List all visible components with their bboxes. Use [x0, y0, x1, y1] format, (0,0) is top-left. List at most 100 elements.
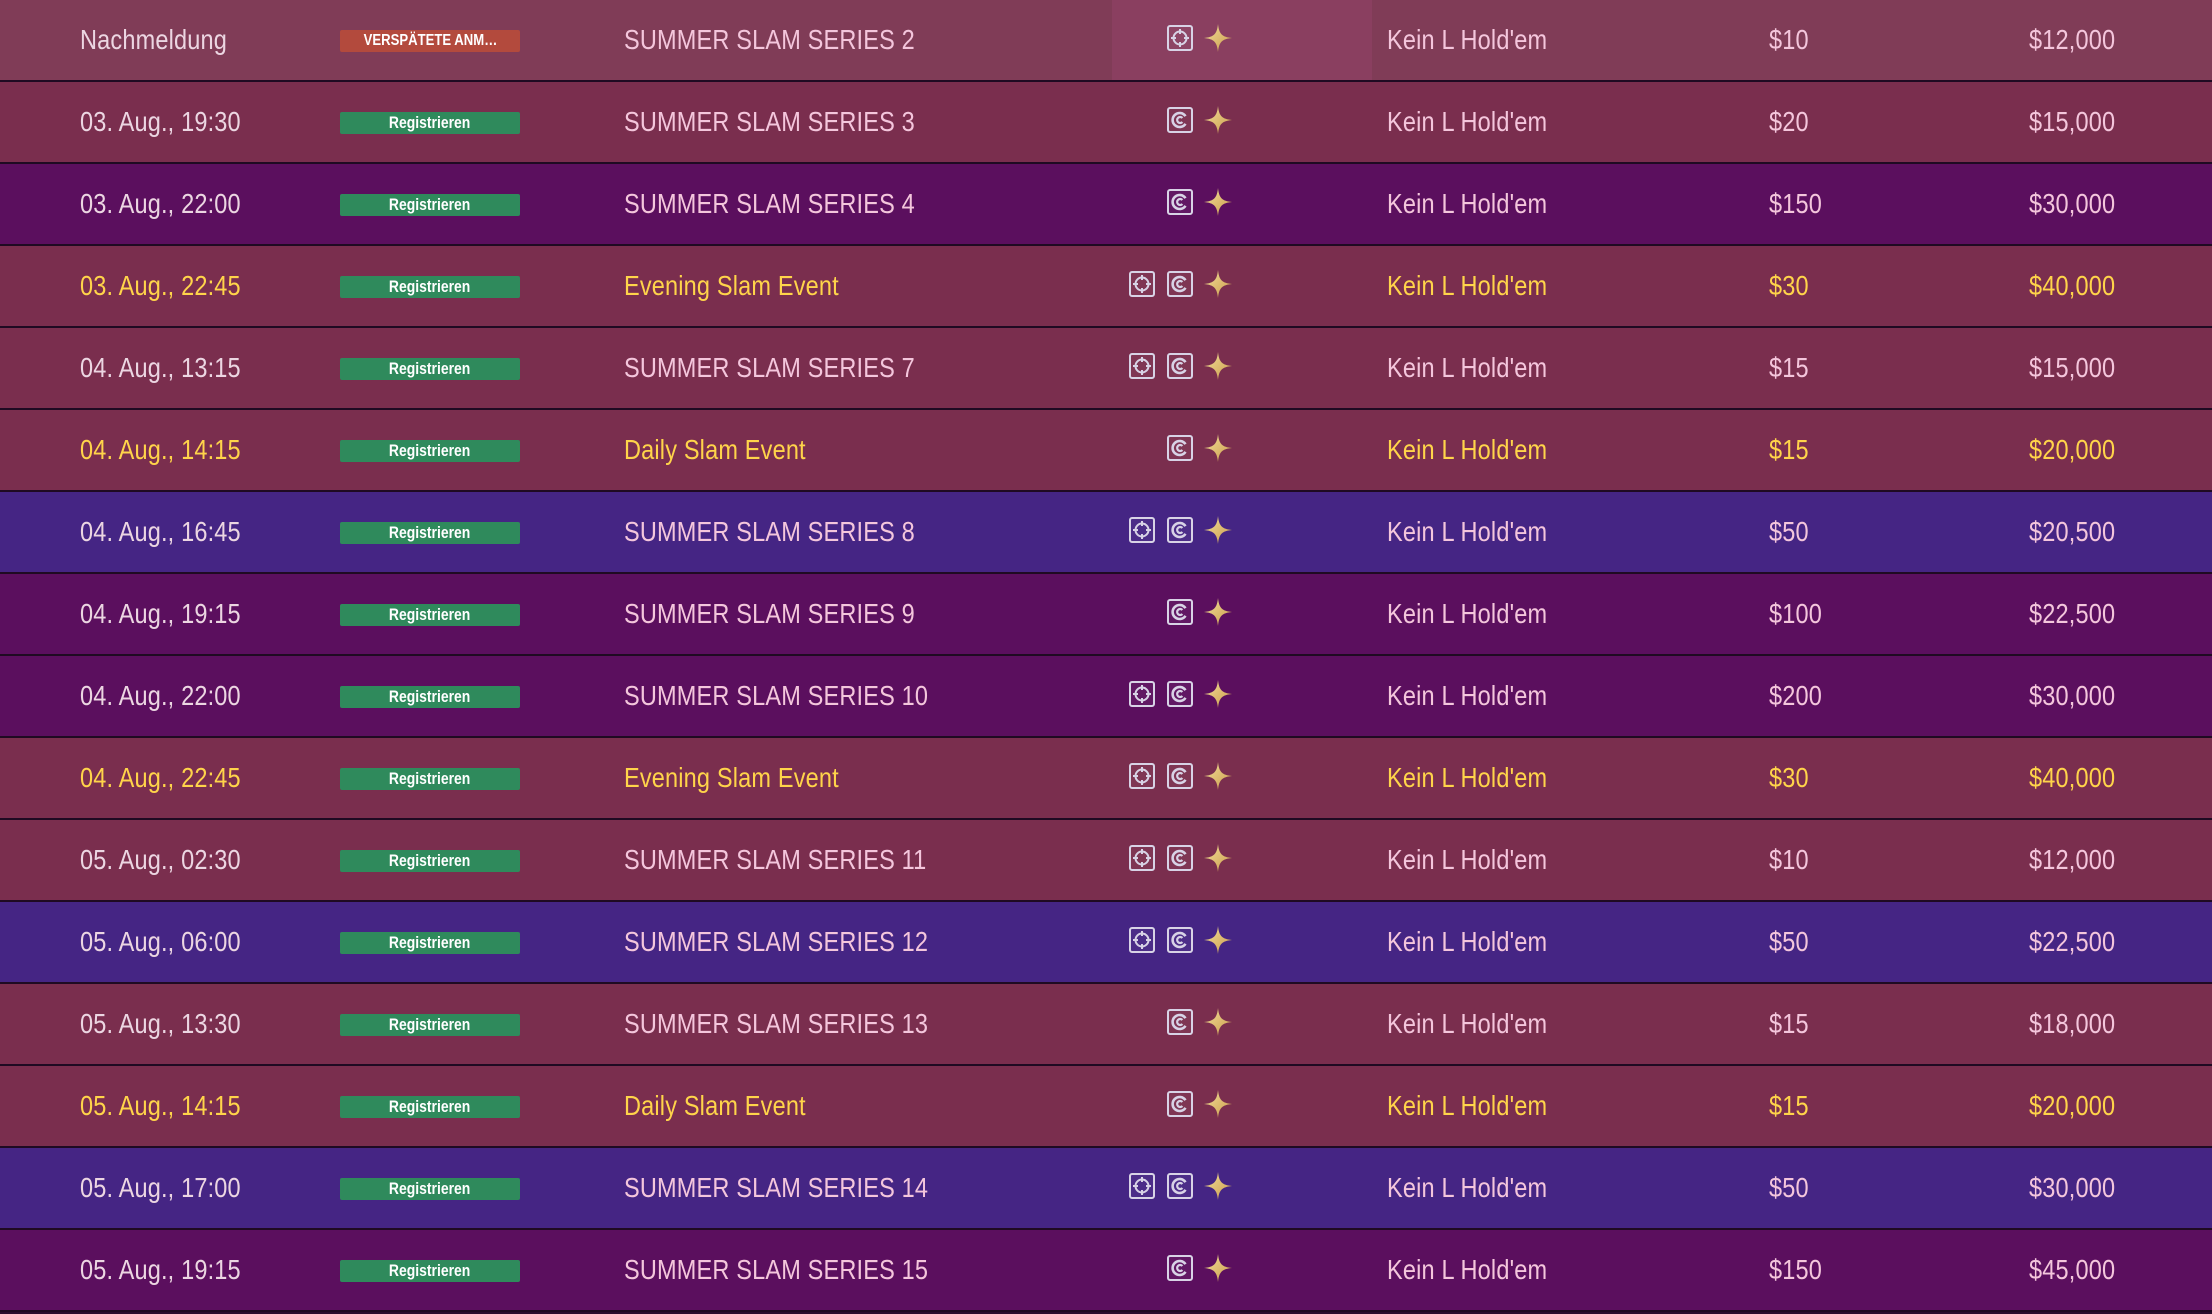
game-type: Kein L Hold'em: [1387, 1172, 1548, 1203]
table-row[interactable]: 04. Aug., 19:15 Registrieren SUMMER SLAM S…: [0, 574, 2212, 656]
register-button[interactable]: Registrieren: [340, 522, 520, 544]
table-row[interactable]: 05. Aug., 19:15 Registrieren SUMMER SLAM S…: [0, 1230, 2212, 1312]
buy-in: $150: [1769, 1254, 1822, 1285]
button-label: Registrieren: [389, 687, 471, 706]
sparkle-icon: [1202, 678, 1234, 710]
register-button[interactable]: Registrieren: [340, 440, 520, 462]
button-label: Registrieren: [389, 523, 471, 542]
buy-in: $50: [1769, 926, 1809, 957]
game-type: Kein L Hold'em: [1387, 270, 1548, 301]
tournament-name: SUMMER SLAM SERIES 10: [624, 680, 929, 711]
table-row[interactable]: 04. Aug., 13:15 Registrieren SUMMER SLAM S…: [0, 328, 2212, 410]
sparkle-icon: [1202, 1088, 1234, 1120]
tournament-name: SUMMER SLAM SERIES 14: [624, 1172, 929, 1203]
currency-icon: [1167, 927, 1193, 953]
currency-icon: [1167, 1009, 1193, 1035]
game-type: Kein L Hold'em: [1387, 1254, 1548, 1285]
currency-icon: [1167, 1091, 1193, 1117]
prize-pool: $12,000: [2029, 844, 2116, 875]
table-row[interactable]: 03. Aug., 22:45 Registrieren Evening Slam …: [0, 246, 2212, 328]
register-button[interactable]: Registrieren: [340, 112, 520, 134]
table-row[interactable]: 05. Aug., 13:30 Registrieren SUMMER SLAM S…: [0, 984, 2212, 1066]
tournament-start-time: 03. Aug., 22:00: [80, 188, 241, 219]
register-button[interactable]: Registrieren: [340, 932, 520, 954]
prize-pool: $30,000: [2029, 680, 2116, 711]
table-row[interactable]: 05. Aug., 06:00 Registrieren SUMMER SLAM S…: [0, 902, 2212, 984]
table-row[interactable]: 05. Aug., 02:30 Registrieren SUMMER SLAM S…: [0, 820, 2212, 902]
tournament-name: Evening Slam Event: [624, 270, 839, 301]
button-label: Registrieren: [389, 113, 471, 132]
game-type: Kein L Hold'em: [1387, 926, 1548, 957]
prize-pool: $15,000: [2029, 106, 2116, 137]
prize-pool: $30,000: [2029, 1172, 2116, 1203]
game-type: Kein L Hold'em: [1387, 1008, 1548, 1039]
table-row[interactable]: 05. Aug., 14:15 Registrieren Daily Slam Ev…: [0, 1066, 2212, 1148]
buy-in: $50: [1769, 516, 1809, 547]
tournament-start-time: 05. Aug., 17:00: [80, 1172, 241, 1203]
tournament-start-time: 04. Aug., 14:15: [80, 434, 241, 465]
sparkle-icon: [1202, 268, 1234, 300]
sparkle-icon: [1202, 22, 1234, 54]
button-label: Registrieren: [389, 1179, 471, 1198]
tournament-start-time: 05. Aug., 19:15: [80, 1254, 241, 1285]
register-button[interactable]: Registrieren: [340, 686, 520, 708]
register-button[interactable]: Registrieren: [340, 276, 520, 298]
late-registration-button[interactable]: VERSPÄTETE ANM…: [340, 30, 520, 52]
button-label: VERSPÄTETE ANM…: [363, 32, 497, 49]
table-row[interactable]: 03. Aug., 19:30 Registrieren SUMMER SLAM S…: [0, 82, 2212, 164]
tournament-name: SUMMER SLAM SERIES 3: [624, 106, 915, 137]
prize-pool: $40,000: [2029, 270, 2116, 301]
register-button[interactable]: Registrieren: [340, 850, 520, 872]
register-button[interactable]: Registrieren: [340, 1260, 520, 1282]
prize-pool: $20,000: [2029, 434, 2116, 465]
currency-icon: [1167, 1173, 1193, 1199]
buy-in: $20: [1769, 106, 1809, 137]
register-button[interactable]: Registrieren: [340, 1014, 520, 1036]
register-button[interactable]: Registrieren: [340, 194, 520, 216]
currency-icon: [1167, 763, 1193, 789]
buy-in: $150: [1769, 188, 1822, 219]
sparkle-icon: [1202, 350, 1234, 382]
table-row[interactable]: 03. Aug., 22:00 Registrieren SUMMER SLAM S…: [0, 164, 2212, 246]
buy-in: $200: [1769, 680, 1822, 711]
table-row[interactable]: 04. Aug., 14:15 Registrieren Daily Slam Ev…: [0, 410, 2212, 492]
currency-icon: [1167, 845, 1193, 871]
table-row[interactable]: Nachmeldung VERSPÄTETE ANM… SUMMER SLAM SE…: [0, 0, 2212, 82]
register-button[interactable]: Registrieren: [340, 358, 520, 380]
tournament-start-time: 05. Aug., 14:15: [80, 1090, 241, 1121]
buy-in: $15: [1769, 434, 1809, 465]
tournament-name: SUMMER SLAM SERIES 15: [624, 1254, 929, 1285]
table-row[interactable]: 04. Aug., 22:00 Registrieren SUMMER SLAM S…: [0, 656, 2212, 738]
register-button[interactable]: Registrieren: [340, 768, 520, 790]
game-type: Kein L Hold'em: [1387, 434, 1548, 465]
prize-pool: $22,500: [2029, 598, 2116, 629]
currency-icon: [1167, 107, 1193, 133]
tournament-name: Daily Slam Event: [624, 1090, 806, 1121]
table-row[interactable]: 04. Aug., 22:45 Registrieren Evening Slam …: [0, 738, 2212, 820]
tournament-name: Daily Slam Event: [624, 434, 806, 465]
register-button[interactable]: Registrieren: [340, 1178, 520, 1200]
sparkle-icon: [1202, 514, 1234, 546]
game-type: Kein L Hold'em: [1387, 352, 1548, 383]
table-row[interactable]: 04. Aug., 16:45 Registrieren SUMMER SLAM S…: [0, 492, 2212, 574]
tournament-start-time: 05. Aug., 13:30: [80, 1008, 241, 1039]
tournament-name: SUMMER SLAM SERIES 8: [624, 516, 915, 547]
tournament-name: SUMMER SLAM SERIES 9: [624, 598, 915, 629]
game-type: Kein L Hold'em: [1387, 516, 1548, 547]
game-type: Kein L Hold'em: [1387, 598, 1548, 629]
register-button[interactable]: Registrieren: [340, 604, 520, 626]
table-row[interactable]: 05. Aug., 17:00 Registrieren SUMMER SLAM S…: [0, 1148, 2212, 1230]
icons-cell-highlight: [1112, 0, 1372, 80]
register-button[interactable]: Registrieren: [340, 1096, 520, 1118]
button-label: Registrieren: [389, 1015, 471, 1034]
button-label: Registrieren: [389, 277, 471, 296]
target-icon: [1129, 517, 1155, 543]
button-label: Registrieren: [389, 851, 471, 870]
button-label: Registrieren: [389, 1097, 471, 1116]
tournament-name: SUMMER SLAM SERIES 4: [624, 188, 915, 219]
buy-in: $15: [1769, 1008, 1809, 1039]
prize-pool: $20,500: [2029, 516, 2116, 547]
button-label: Registrieren: [389, 441, 471, 460]
buy-in: $15: [1769, 1090, 1809, 1121]
prize-pool: $20,000: [2029, 1090, 2116, 1121]
